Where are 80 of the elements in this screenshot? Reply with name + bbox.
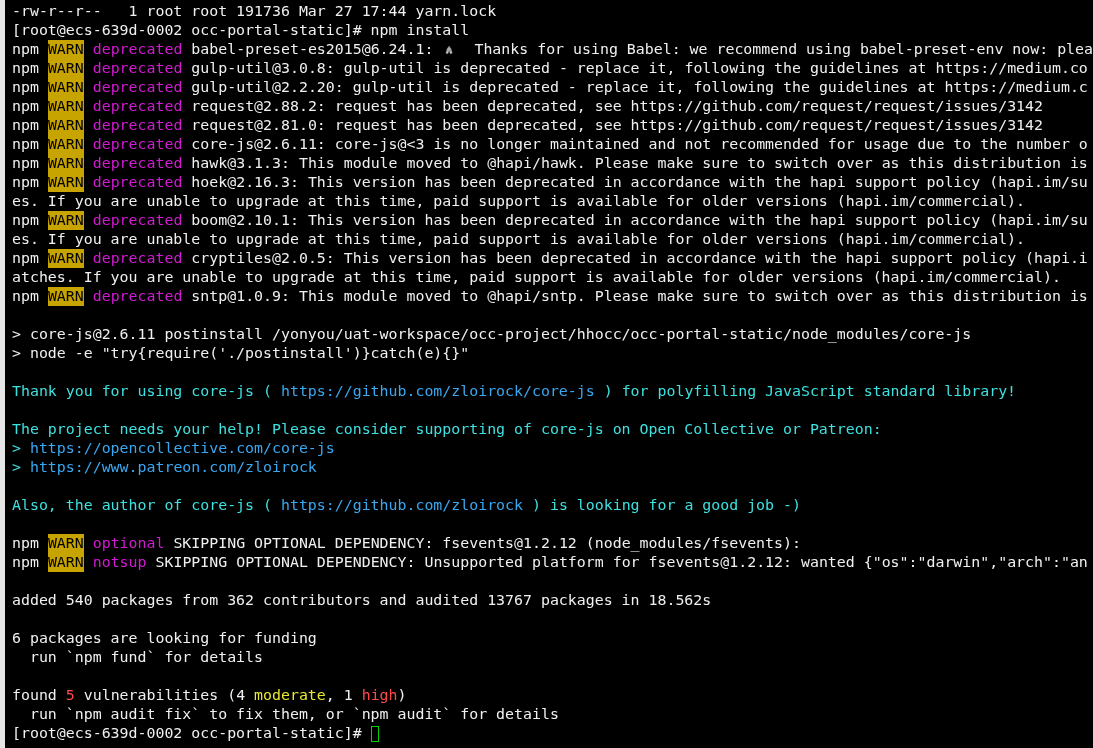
output-text: -rw-r--r-- 1 root root 191736 Mar 27 17:44 yarn.lock: [12, 2, 497, 21]
message-text: >: [12, 439, 22, 458]
warn-label: WARN: [47, 154, 84, 173]
output-text: npm: [12, 78, 40, 97]
output-text: babel-preset-es2015@6.24.1:: [190, 40, 435, 59]
output-text: npm: [12, 287, 40, 306]
output-text: hawk@3.1.3: This module moved to @hapi/hawk. Please make sure to switch over as this distribution is: [190, 154, 1088, 173]
output-text: gulp-util@3.0.8: gulp-util is deprecated - replace it, following the guidelines at https://medium.co: [190, 59, 1088, 78]
output-text: found: [12, 686, 58, 705]
warn-label: WARN: [47, 78, 84, 97]
output-text: npm: [12, 154, 40, 173]
output-text: core-js@2.6.11: core-js@<3 is no longer maintained and not recommended for usage due to the number o: [190, 135, 1088, 154]
status-label: deprecated: [91, 40, 183, 59]
message-text: ) is looking for a good job -): [530, 496, 801, 515]
output-text: request@2.81.0: request has been deprecated, see https://github.com/request/request/issues/3142: [190, 116, 1043, 135]
output-text: vulnerabilities (4: [82, 686, 247, 705]
status-label: deprecated: [91, 211, 183, 230]
warn-label: WARN: [47, 249, 84, 268]
output-text: cryptiles@2.0.5: This version has been deprecated in accordance with the hapi support policy (hapi.i: [190, 249, 1088, 268]
warn-label: WARN: [47, 97, 84, 116]
warn-label: WARN: [47, 116, 84, 135]
status-label: deprecated: [91, 249, 183, 268]
status-label: deprecated: [91, 287, 183, 306]
count-text: high: [361, 686, 398, 705]
output-text: 6 packages are looking for funding: [12, 629, 317, 648]
output-text: sntp@1.0.9: This module moved to @hapi/sntp. Please make sure to switch over as this distribution is: [190, 287, 1088, 306]
status-label: deprecated: [91, 154, 183, 173]
status-label: deprecated: [91, 59, 183, 78]
output-text: ): [397, 686, 407, 705]
message-text: ) for polyfilling JavaScript standard library!: [602, 382, 1017, 401]
warn-label: WARN: [47, 553, 84, 572]
output-text: > core-js@2.6.11 postinstall /yonyou/uat-workspace/occ-project/hhocc/occ-portal-static/node_modules/core-js: [12, 325, 972, 344]
warn-label: WARN: [47, 40, 84, 59]
output-text: run `npm fund` for details: [28, 648, 264, 667]
output-text: npm: [12, 59, 40, 78]
count-text: 5: [65, 686, 75, 705]
output-text: > node -e "try{require('./postinstall')}catch(e){}": [12, 344, 470, 363]
output-text: [root@ecs-639d-0002 occ-portal-static]#: [12, 724, 363, 743]
output-text: npm: [12, 116, 40, 135]
output-text: boom@2.10.1: This version has been deprecated in accordance with the hapi support policy (hapi.im/su: [190, 211, 1088, 230]
output-text: npm: [12, 173, 40, 192]
message-text: >: [12, 458, 22, 477]
status-label: optional: [91, 534, 165, 553]
output-text: npm: [12, 249, 40, 268]
output-text: SKIPPING OPTIONAL DEPENDENCY: Unsupported platform for fsevents@1.2.12: wanted {"os":"darwin","arch":"an: [154, 553, 1088, 572]
message-text: Thank you for using core-js (: [12, 382, 273, 401]
status-label: deprecated: [91, 173, 183, 192]
output-text: Thanks for using Babel: we recommend using babel-preset-env now: plea: [473, 40, 1093, 59]
output-text: hoek@2.16.3: This version has been deprecated in accordance with the hapi support policy (hapi.im/su: [190, 173, 1088, 192]
output-text: npm: [12, 40, 40, 59]
warn-label: WARN: [47, 287, 84, 306]
output-text: npm: [12, 553, 40, 572]
warn-label: WARN: [47, 211, 84, 230]
output-text: gulp-util@2.2.20: gulp-util is deprecated - replace it, following the guidelines at https://medium.c: [190, 78, 1088, 97]
output-text: npm: [12, 534, 40, 553]
severity-text: moderate: [254, 686, 326, 705]
status-label: deprecated: [91, 135, 183, 154]
message-text: The project needs your help! Please consider supporting of core-js on Open Collective or Patreon:: [12, 420, 882, 439]
output-text: npm: [12, 135, 40, 154]
output-text: , 1: [325, 686, 354, 705]
output-text: added 540 packages from 362 contributors and audited 13767 packages in 18.562s: [12, 591, 712, 610]
status-label: deprecated: [91, 116, 183, 135]
text-cursor: [370, 725, 379, 742]
output-text: atches. If you are unable to upgrade at this time, paid support is available for older versions (hapi.im/commercial).: [12, 268, 1061, 287]
output-text: [root@ecs-639d-0002 occ-portal-static]# npm install: [12, 21, 470, 40]
status-label: notsup: [91, 553, 147, 572]
output-text: es. If you are unable to upgrade at this time, paid support is available for older versions (hapi.im/commercial).: [12, 230, 1026, 249]
output-text: run `npm audit fix` to fix them, or `npm audit` for details: [28, 705, 559, 724]
status-label: deprecated: [91, 78, 183, 97]
output-text: SKIPPING OPTIONAL DEPENDENCY: fsevents@1.2.12 (node_modules/fsevents):: [172, 534, 801, 553]
status-label: deprecated: [91, 97, 183, 116]
warn-label: WARN: [47, 135, 84, 154]
output-text: request@2.88.2: request has been deprecated, see https://github.com/request/request/issues/3142: [190, 97, 1043, 116]
output-text: es. If you are unable to upgrade at this time, paid support is available for older versions (hapi.im/commercial).: [12, 192, 1026, 211]
warn-label: WARN: [47, 534, 84, 553]
message-text: Also, the author of core-js (: [12, 496, 273, 515]
output-text: npm: [12, 211, 40, 230]
warn-label: WARN: [47, 59, 84, 78]
warn-label: WARN: [47, 173, 84, 192]
output-text: npm: [12, 97, 40, 116]
